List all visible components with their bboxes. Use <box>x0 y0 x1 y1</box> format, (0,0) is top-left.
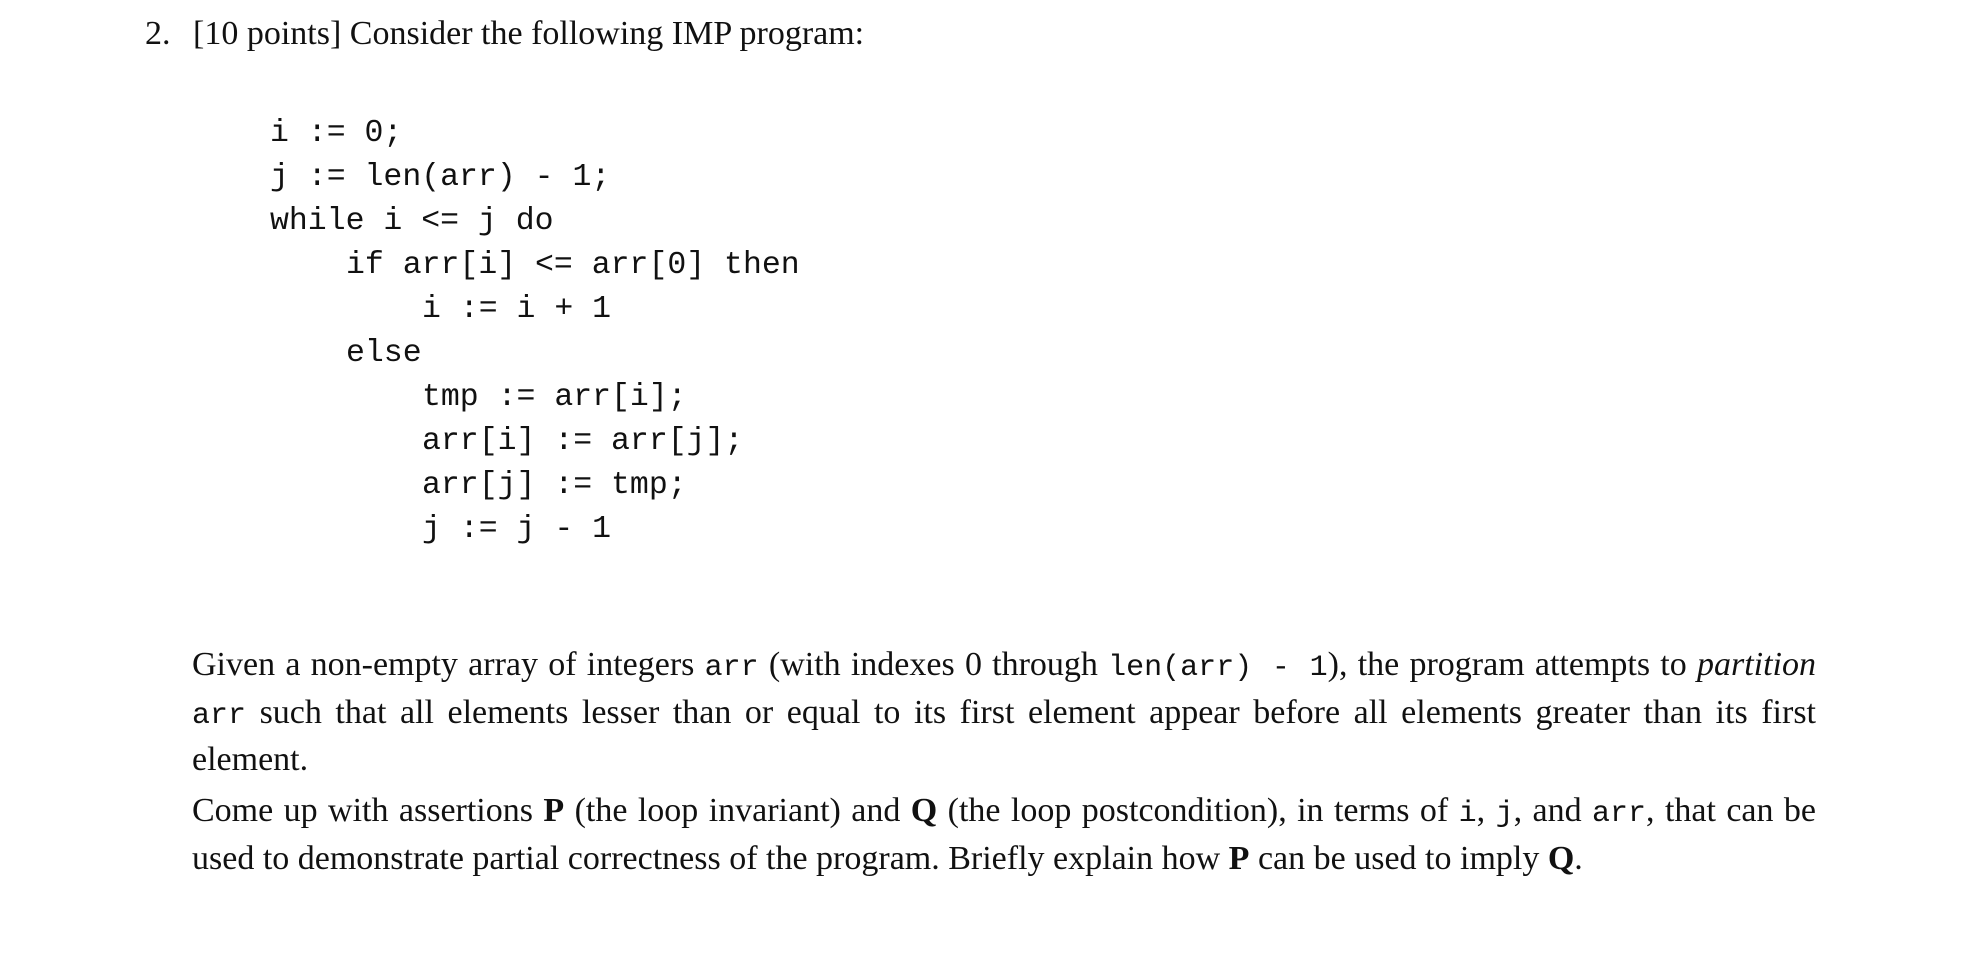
code-arr: arr <box>704 651 759 685</box>
code-line: else <box>346 336 422 371</box>
code-len-arr: len(arr) - 1 <box>1108 651 1328 685</box>
code-line: if arr[i] <= arr[0] then <box>346 248 800 283</box>
code-line: tmp := arr[i]; <box>422 380 687 415</box>
text-span: (with indexes 0 through <box>758 646 1109 683</box>
text-span: such that all elements lesser than or eq… <box>192 693 1816 779</box>
text-span: can be used to imply <box>1249 839 1548 877</box>
code-line: j := j - 1 <box>422 512 612 547</box>
text-span: (the loop invariant) and <box>564 792 911 829</box>
text-span: , <box>1476 792 1496 829</box>
code-line: i := 0; <box>270 116 403 151</box>
code-arr: arr <box>1592 797 1647 831</box>
code-i: i <box>1458 797 1477 831</box>
question-header: 2. [10 points] Consider the following IMP… <box>145 12 864 56</box>
text-span: . <box>1574 839 1583 877</box>
code-line: while i <= j do <box>270 204 554 239</box>
problem-description: Given a non-empty array of integers arr … <box>192 643 1816 782</box>
code-j: j <box>1495 797 1514 831</box>
code-block: i := 0; j := len(arr) - 1; while i <= j do… <box>270 112 800 552</box>
assertion-q: Q <box>910 792 938 829</box>
task-instructions: Come up with assertions P (the loop inva… <box>192 789 1816 880</box>
emphasis-partition: partition <box>1696 646 1817 683</box>
assertion-p: P <box>543 792 565 829</box>
code-line: arr[j] := tmp; <box>422 468 687 503</box>
code-line: j := len(arr) - 1; <box>270 160 611 195</box>
text-span: Given a non-empty array of integers <box>192 646 705 683</box>
text-span: ), the program attempts to <box>1327 646 1697 683</box>
assertion-p: P <box>1228 839 1250 877</box>
question-points: [10 points] <box>193 15 342 52</box>
code-line: i := i + 1 <box>422 292 612 327</box>
assertion-q: Q <box>1547 839 1575 877</box>
text-span: , and <box>1513 792 1593 829</box>
question-prompt: Consider the following IMP program: <box>349 15 865 52</box>
code-arr: arr <box>192 698 247 733</box>
text-span: (the loop postcondition), in terms of <box>937 792 1459 829</box>
text-span: Come up with assertions <box>192 792 544 829</box>
question-number: 2. <box>145 15 171 52</box>
code-line: arr[i] := arr[j]; <box>422 424 744 459</box>
